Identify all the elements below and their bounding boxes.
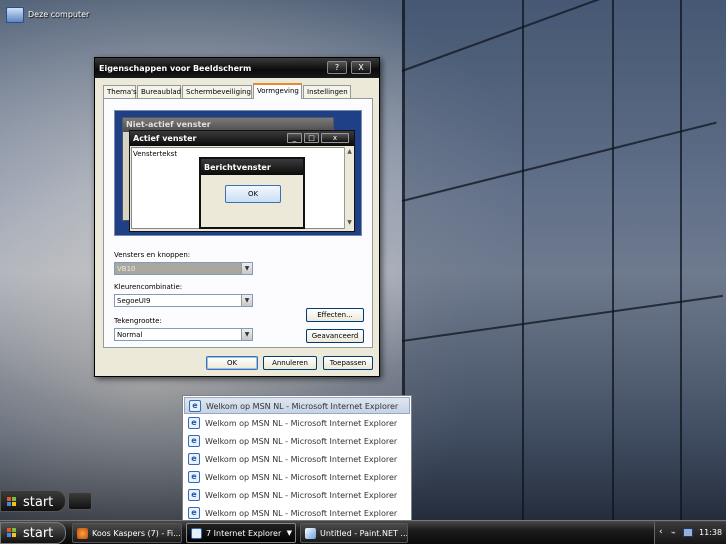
effects-button[interactable]: Effecten... (306, 308, 364, 322)
preview-active-titlebar: Actief venster _ □ x (130, 131, 354, 146)
cancel-button[interactable]: Annuleren (263, 356, 317, 370)
ie-icon: e (188, 489, 200, 501)
network-icon[interactable]: ⌁ (671, 528, 681, 538)
tab-themes[interactable]: Thema's (103, 85, 137, 98)
close-button[interactable]: X (351, 61, 371, 74)
taskbar-button-ie-group[interactable]: 7 Internet Explorer ▼ (186, 523, 296, 543)
preview-message-titlebar: Berichtvenster (201, 159, 303, 175)
ie-icon: e (188, 417, 200, 429)
taskbar-button-paintnet[interactable]: Untitled - Paint.NET ... (300, 523, 408, 543)
dialog-title: Eigenschappen voor Beeldscherm (99, 64, 252, 73)
system-tray: ‹ ⌁ 11:38 (654, 522, 726, 544)
advanced-button[interactable]: Geavanceerd (306, 329, 364, 343)
tab-desktop[interactable]: Bureaublad (137, 85, 181, 98)
scroll-up-icon: ▲ (347, 148, 352, 155)
dialog-titlebar[interactable]: Eigenschappen voor Beeldscherm ? X (95, 58, 379, 78)
taskbar: start Koos Kaspers (7) - Fi... 7 Interne… (0, 520, 726, 544)
preview-message-title: Berichtvenster (204, 163, 271, 172)
windows-buttons-value: VB10 (117, 265, 136, 273)
desktop-icon-my-computer[interactable]: Deze computer (6, 6, 116, 24)
ie-icon: e (189, 400, 201, 412)
maximize-icon: □ (304, 133, 319, 143)
list-item-label: Welkom op MSN NL - Microsoft Internet Ex… (205, 491, 398, 500)
start-label: start (23, 526, 54, 541)
wallpaper-mullion (522, 0, 524, 544)
chevron-down-icon: ▼ (286, 529, 292, 537)
tab-appearance[interactable]: Vormgeving (253, 83, 302, 99)
list-item-label: Welkom op MSN NL - Microsoft Internet Ex… (205, 455, 398, 464)
tab-settings[interactable]: Instellingen (303, 85, 351, 98)
font-size-select[interactable]: Normal ▼ (114, 328, 253, 341)
tab-screensaver[interactable]: Schermbeveiliging (182, 85, 252, 98)
preview-window-text: Venstertekst (133, 150, 178, 158)
taskbar-button-label: 7 Internet Explorer (206, 529, 282, 538)
paint-icon (305, 528, 316, 539)
list-item-label: Welkom op MSN NL - Microsoft Internet Ex… (205, 509, 398, 518)
list-item-label: Welkom op MSN NL - Microsoft Internet Ex… (205, 419, 398, 428)
list-item[interactable]: e Welkom op MSN NL - Microsoft Internet … (184, 469, 410, 486)
windows-flag-icon (7, 497, 17, 507)
appearance-panel: Niet-actief venster Actief venster _ □ x… (103, 98, 373, 348)
windows-flag-icon (7, 528, 17, 538)
taskbar-button-label: Koos Kaspers (7) - Fi... (92, 529, 181, 538)
list-item[interactable]: e Welkom op MSN NL - Microsoft Internet … (184, 415, 410, 432)
computer-icon (6, 7, 24, 23)
ok-button[interactable]: OK (206, 356, 258, 370)
display-properties-dialog: Eigenschappen voor Beeldscherm ? X Thema… (94, 57, 380, 377)
ie-icon: e (188, 471, 200, 483)
color-scheme-label: Kleurencombinatie: (114, 283, 183, 291)
clock[interactable]: 11:38 (699, 528, 722, 537)
firefox-icon (68, 492, 92, 510)
close-icon: x (321, 133, 349, 143)
chevron-down-icon: ▼ (241, 295, 252, 306)
apply-button[interactable]: Toepassen (323, 356, 373, 370)
taskbar-button-firefox[interactable]: Koos Kaspers (7) - Fi... (72, 523, 182, 543)
list-item[interactable]: e Welkom op MSN NL - Microsoft Internet … (184, 433, 410, 450)
ghost-start-button: start (0, 490, 66, 512)
preview-active-window: Actief venster _ □ x Venstertekst ▲ ▼ Be… (129, 130, 355, 232)
preview-inactive-title: Niet-actief venster (126, 120, 211, 129)
scroll-down-icon: ▼ (347, 219, 352, 226)
ie-icon: e (188, 507, 200, 519)
color-scheme-value: SegoeUI9 (117, 297, 151, 305)
list-item[interactable]: e Welkom op MSN NL - Microsoft Internet … (184, 451, 410, 468)
taskbar-button-label: Untitled - Paint.NET ... (320, 529, 408, 538)
wallpaper-glass (402, 0, 726, 544)
minimize-icon: _ (287, 133, 302, 143)
firefox-icon (77, 528, 88, 539)
preview-ok-button: OK (225, 185, 281, 203)
list-item-label: Welkom op MSN NL - Microsoft Internet Ex… (205, 473, 398, 482)
windows-buttons-label: Vensters en knoppen: (114, 251, 191, 259)
preview-scrollbar: ▲ ▼ (344, 147, 353, 229)
list-item-label: Welkom op MSN NL - Microsoft Internet Ex… (206, 402, 399, 411)
ie-icon: e (188, 435, 200, 447)
preview-message-box: Berichtvenster OK (199, 157, 305, 229)
preview-active-title: Actief venster (133, 134, 197, 143)
ie-icon: e (188, 453, 200, 465)
list-item[interactable]: e Welkom op MSN NL - Microsoft Internet … (184, 397, 410, 414)
appearance-preview: Niet-actief venster Actief venster _ □ x… (114, 110, 362, 236)
chevron-down-icon: ▼ (241, 263, 252, 274)
font-size-value: Normal (117, 331, 143, 339)
wallpaper-mullion (612, 0, 614, 544)
volume-icon[interactable] (683, 528, 693, 537)
list-item-label: Welkom op MSN NL - Microsoft Internet Ex… (205, 437, 398, 446)
list-item[interactable]: e Welkom op MSN NL - Microsoft Internet … (184, 487, 410, 504)
chevron-down-icon: ▼ (241, 329, 252, 340)
start-button[interactable]: start (0, 522, 66, 544)
help-button[interactable]: ? (327, 61, 347, 74)
color-scheme-select[interactable]: SegoeUI9 ▼ (114, 294, 253, 307)
windows-buttons-select[interactable]: VB10 ▼ (114, 262, 253, 275)
ghost-start-label: start (23, 495, 54, 510)
font-size-label: Tekengrootte: (114, 317, 162, 325)
ie-icon (191, 528, 202, 539)
wallpaper-mullion (680, 0, 682, 544)
tray-expand-icon[interactable]: ‹ (659, 527, 663, 537)
desktop-icon-label: Deze computer (28, 10, 90, 19)
taskbar-group-popup: e Welkom op MSN NL - Microsoft Internet … (182, 395, 412, 524)
